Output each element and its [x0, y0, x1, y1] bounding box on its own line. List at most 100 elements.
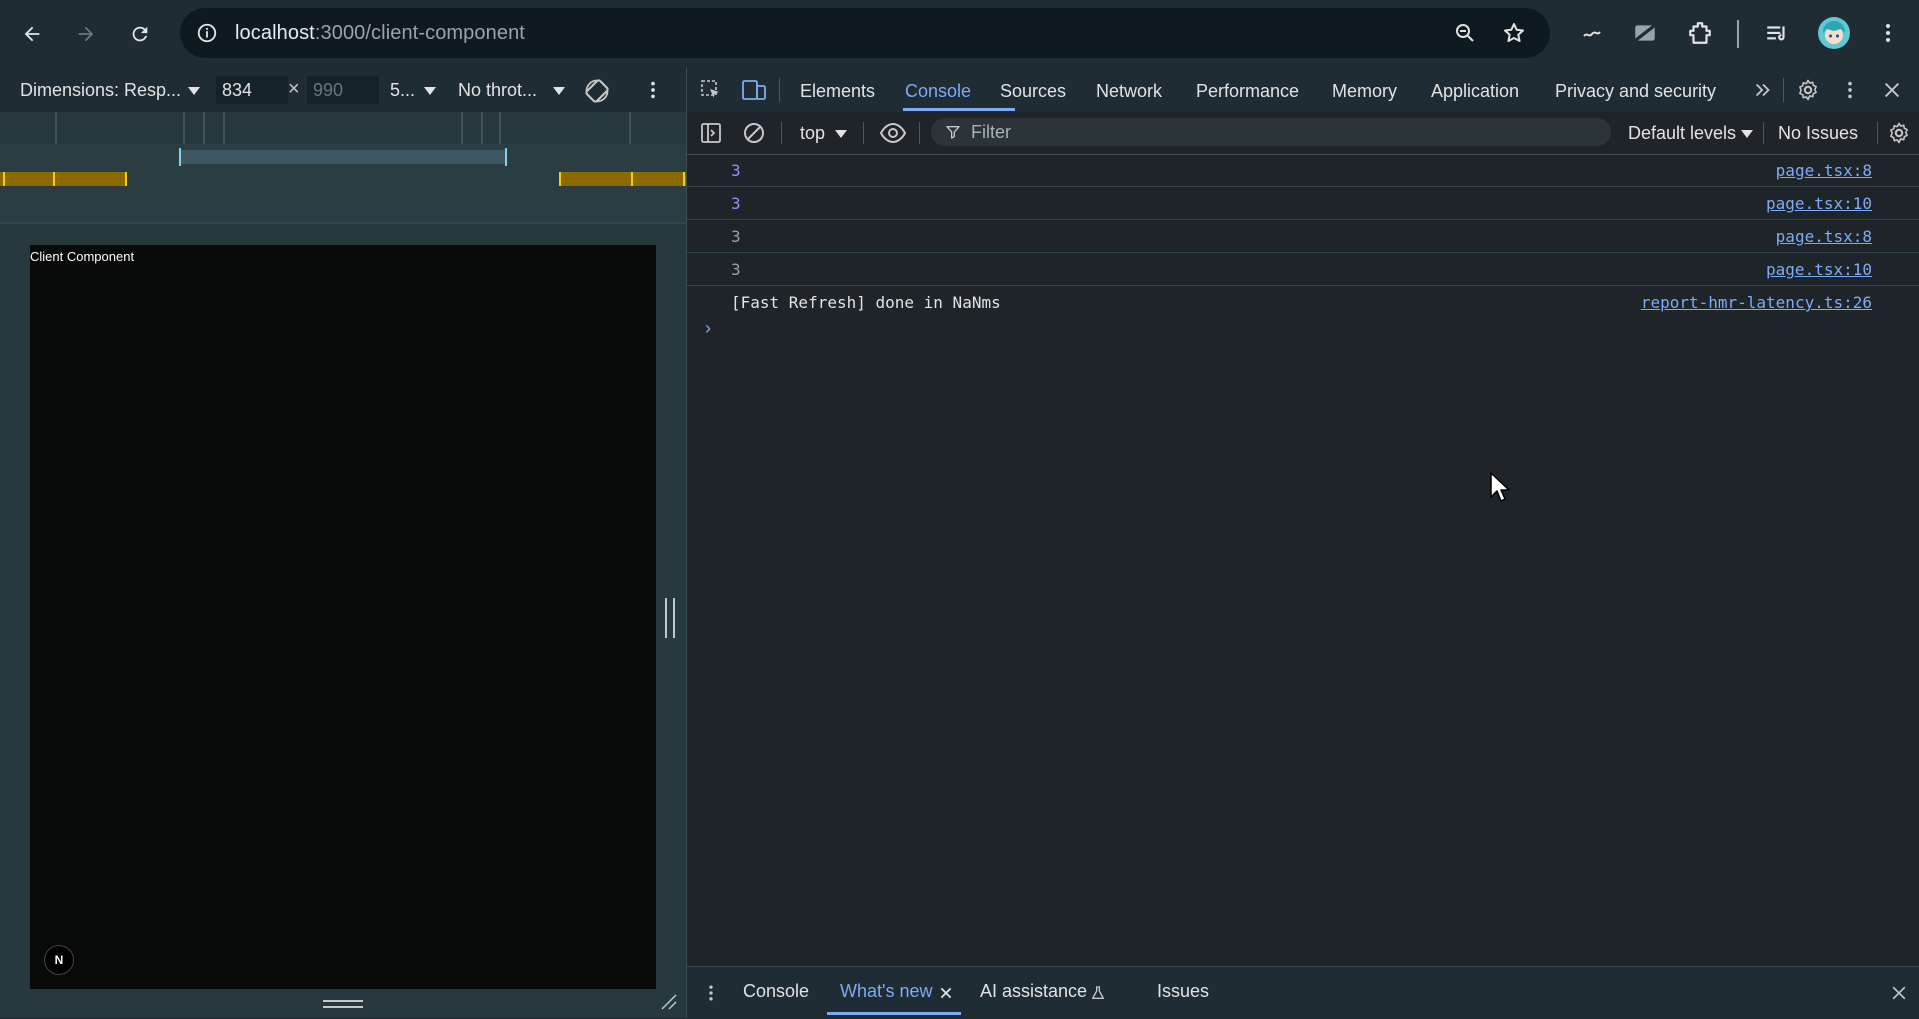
tab-application[interactable]: Application	[1431, 81, 1519, 102]
dimensions-dropdown[interactable]: Dimensions: Resp...	[20, 80, 181, 101]
dimensions-caret-icon	[188, 87, 200, 95]
toolbar-divider-5	[1877, 122, 1878, 144]
tab-network[interactable]: Network	[1096, 81, 1162, 102]
url-path: :3000/client-component	[314, 22, 525, 44]
log-message: 3	[731, 227, 741, 246]
drawer-tab-issues[interactable]: Issues	[1157, 981, 1209, 1002]
media-query-ruler[interactable]	[0, 112, 686, 145]
drawer-tab-ai-assistance[interactable]: AI assistance	[980, 981, 1087, 1002]
toolbar-divider-3	[919, 122, 920, 144]
log-source-link[interactable]: report-hmr-latency.ts:26	[1641, 293, 1872, 312]
filter-icon	[946, 126, 960, 139]
mouse-cursor-icon	[1490, 472, 1510, 502]
address-bar[interactable]: localhost:3000/client-component	[180, 8, 1550, 58]
tab-memory[interactable]: Memory	[1332, 81, 1397, 102]
issues-counter[interactable]: No Issues	[1778, 123, 1858, 144]
console-settings-icon[interactable]	[1887, 121, 1911, 145]
close-devtools-icon[interactable]	[1881, 79, 1903, 101]
viewport-width-resize-handle[interactable]	[665, 598, 675, 638]
throttle-caret-icon	[553, 87, 565, 95]
devtools-panel: Elements Console Sources Network Perform…	[686, 68, 1919, 1019]
media-control-icon[interactable]	[1764, 21, 1790, 47]
tabbar-divider	[779, 78, 780, 102]
settings-gear-icon[interactable]	[1796, 78, 1820, 102]
log-source-link[interactable]: page.tsx:10	[1766, 194, 1872, 213]
log-message: 3	[731, 194, 741, 213]
active-drawer-tab-indicator	[827, 1012, 961, 1015]
ruler-ticks	[55, 112, 631, 144]
console-toolbar: top Default levels No Issues	[687, 112, 1919, 155]
inspect-element-icon[interactable]	[699, 78, 723, 102]
eye-icon[interactable]	[879, 120, 907, 146]
levels-caret-icon	[1741, 130, 1753, 138]
throttle-dropdown[interactable]: No throt...	[458, 80, 537, 101]
site-info-icon[interactable]	[196, 22, 218, 44]
extension-icon-2[interactable]	[1632, 20, 1658, 46]
log-levels-dropdown[interactable]: Default levels	[1628, 123, 1736, 144]
filter-input[interactable]	[971, 118, 1591, 146]
nextjs-badge[interactable]: N	[44, 945, 74, 975]
width-input[interactable]: 834	[216, 76, 288, 104]
device-toggle-icon[interactable]	[741, 78, 767, 102]
url-host: localhost	[235, 22, 315, 44]
url-text: localhost:3000/client-component	[235, 22, 525, 45]
close-drawer-icon[interactable]	[1889, 983, 1909, 1003]
console-log: 3 page.tsx:8 3 page.tsx:10 3 page.tsx:8 …	[687, 154, 1919, 352]
arrow-right-icon	[78, 26, 94, 42]
browser-menu-icon[interactable]	[1876, 21, 1900, 45]
emulated-viewport[interactable]: Client Component N	[30, 245, 656, 989]
context-selector[interactable]: top	[800, 123, 825, 144]
log-source-link[interactable]: page.tsx:10	[1766, 260, 1872, 279]
height-input[interactable]: 990	[307, 76, 379, 104]
extension-icon[interactable]	[1580, 22, 1604, 46]
log-row: [Fast Refresh] done in NaNms report-hmr-…	[687, 286, 1919, 318]
reload-icon	[132, 26, 148, 42]
avatar-image	[1823, 21, 1845, 44]
filter-box[interactable]	[931, 118, 1611, 146]
log-source-link[interactable]: page.tsx:8	[1776, 227, 1872, 246]
star-icon[interactable]	[1502, 21, 1526, 45]
log-message: [Fast Refresh] done in NaNms	[731, 293, 1001, 312]
reload-button[interactable]	[120, 14, 160, 54]
toolbar-divider-4	[1763, 122, 1764, 144]
zoom-dropdown[interactable]: 5...	[390, 80, 415, 101]
viewport-height-resize-handle[interactable]	[323, 1000, 363, 1008]
device-toolbar: Dimensions: Resp... 834 × 990 5... No th…	[0, 68, 686, 112]
drawer-menu-icon[interactable]	[701, 982, 721, 1004]
forward-button[interactable]	[66, 14, 106, 54]
sidebar-toggle-icon[interactable]	[699, 121, 723, 145]
tab-privacy-security[interactable]: Privacy and security	[1555, 81, 1716, 102]
corner-resize-icon[interactable]	[660, 993, 678, 1011]
tab-performance[interactable]: Performance	[1196, 81, 1299, 102]
drawer-tab-console[interactable]: Console	[743, 981, 809, 1002]
tab-sources[interactable]: Sources	[1000, 81, 1066, 102]
zoom-icon[interactable]	[1453, 21, 1477, 45]
media-query-markers	[0, 148, 686, 224]
puzzle-icon[interactable]	[1687, 20, 1713, 46]
back-button[interactable]	[12, 14, 52, 54]
close-tab-icon[interactable]	[939, 986, 953, 1000]
clear-console-icon[interactable]	[742, 121, 766, 145]
log-source-link[interactable]: page.tsx:8	[1776, 161, 1872, 180]
devtools-menu-icon[interactable]	[1839, 79, 1861, 101]
avatar[interactable]	[1818, 17, 1850, 49]
tab-elements[interactable]: Elements	[800, 81, 875, 102]
tab-console[interactable]: Console	[905, 81, 971, 102]
arrow-left-icon	[24, 26, 40, 42]
zoom-caret-icon	[424, 87, 436, 95]
log-row: 3 page.tsx:8	[687, 220, 1919, 253]
active-tab-indicator	[903, 108, 1015, 111]
toolbar-divider	[781, 122, 782, 144]
browser-toolbar: localhost:3000/client-component	[0, 0, 1919, 68]
devtools-drawer: Console What's new AI assistance Issues	[687, 966, 1919, 1019]
log-row: 3 page.tsx:8	[687, 154, 1919, 187]
console-prompt-row[interactable]: ›	[687, 318, 1919, 352]
more-tabs-icon[interactable]	[1752, 79, 1774, 101]
rotate-icon[interactable]	[583, 77, 611, 105]
toolbar-divider	[1737, 20, 1739, 48]
drawer-tab-whats-new[interactable]: What's new	[840, 981, 932, 1002]
log-row: 3 page.tsx:10	[687, 253, 1919, 286]
console-prompt-icon: ›	[705, 318, 711, 338]
device-more-icon[interactable]	[642, 79, 664, 101]
media-query-bars[interactable]	[0, 144, 686, 224]
